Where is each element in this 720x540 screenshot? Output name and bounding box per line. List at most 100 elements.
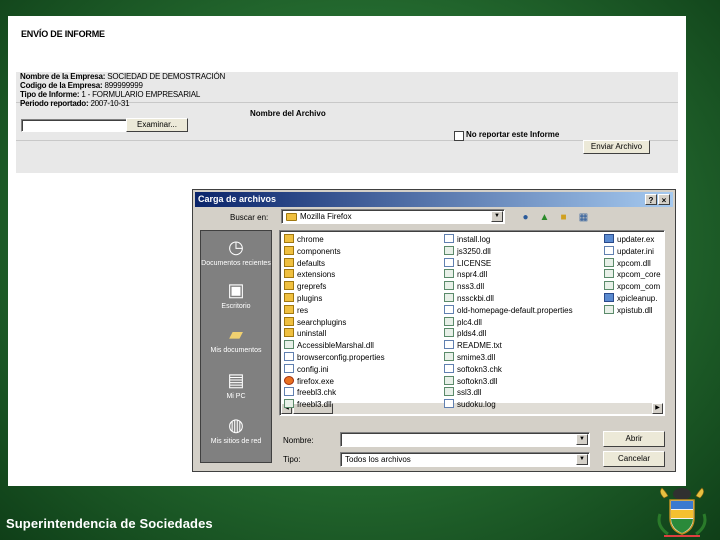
dll-file-icon xyxy=(444,245,454,255)
back-icon[interactable]: ● xyxy=(519,211,532,224)
file-name: README.txt xyxy=(457,341,502,351)
file-item[interactable]: plds4.dll xyxy=(444,328,486,340)
file-item[interactable]: softokn3.chk xyxy=(444,363,502,376)
folder-item[interactable]: chrome xyxy=(284,234,324,246)
folder-icon xyxy=(284,234,294,243)
folder-icon xyxy=(284,281,294,291)
buscar-label: Buscar en: xyxy=(230,213,269,222)
chevron-down-icon[interactable]: ▼ xyxy=(576,434,588,445)
no-reportar-checkbox[interactable] xyxy=(454,131,464,141)
document-icon xyxy=(444,257,454,267)
file-name: plds4.dll xyxy=(457,329,487,339)
file-item[interactable]: freebl3.dll xyxy=(284,399,332,411)
file-item[interactable]: js3250.dll xyxy=(444,245,491,258)
document-icon xyxy=(284,363,294,373)
dll-file-icon xyxy=(444,281,454,291)
file-item[interactable]: nss3.dll xyxy=(444,281,484,293)
file-name: xpcom.dll xyxy=(617,258,651,268)
folder-item[interactable]: plugins xyxy=(284,293,322,305)
file-name: nss3.dll xyxy=(457,282,485,292)
look-in-dropdown[interactable]: Mozilla Firefox ▼ xyxy=(281,209,505,224)
file-item[interactable]: smime3.dll xyxy=(444,352,495,364)
file-item[interactable]: ssl3.dll xyxy=(444,387,481,399)
file-name: freebl3.dll xyxy=(297,400,332,410)
dll-file-icon xyxy=(444,269,454,279)
new-folder-icon[interactable]: ■ xyxy=(557,211,570,224)
dialog-title: Carga de archivos xyxy=(198,194,277,204)
folder-item[interactable]: components xyxy=(284,245,341,258)
examinar-button[interactable]: Examinar... xyxy=(126,118,188,132)
file-upload-dialog: Carga de archivos ? × Buscar en: Mozilla… xyxy=(192,189,676,472)
dll-file-icon xyxy=(444,352,454,361)
file-name: xpcom_com xyxy=(617,282,661,292)
file-item[interactable]: old-homepage-default.properties xyxy=(444,304,573,317)
file-name: xpicleanup. xyxy=(617,294,658,303)
document-icon xyxy=(444,399,454,409)
view-menu-icon[interactable]: ▦ xyxy=(577,211,590,224)
file-item[interactable]: plc4.dll xyxy=(444,316,482,329)
desktop-icon: ▣ xyxy=(227,280,245,300)
file-path-input[interactable] xyxy=(21,119,127,132)
file-item[interactable]: xpcom_com xyxy=(604,281,660,293)
chevron-down-icon[interactable]: ▼ xyxy=(576,454,588,465)
folder-icon xyxy=(284,257,294,267)
file-name: install.log xyxy=(457,235,491,244)
file-name: defaults xyxy=(297,258,326,268)
file-item[interactable]: browserconfig.properties xyxy=(284,352,385,364)
scroll-right-icon[interactable]: ▶ xyxy=(652,403,663,414)
file-name: xpistub.dll xyxy=(617,305,653,315)
file-type-dropdown[interactable]: Todos los archivos ▼ xyxy=(340,452,590,467)
folder-item[interactable]: res xyxy=(284,304,308,317)
file-item[interactable]: softokn3.dll xyxy=(444,375,497,388)
file-item[interactable]: updater.ex xyxy=(604,234,654,246)
file-name: components xyxy=(297,246,341,256)
close-button[interactable]: × xyxy=(658,194,670,205)
dll-file-icon xyxy=(444,375,454,385)
folder-item[interactable]: extensions xyxy=(284,269,335,281)
file-item[interactable]: firefox.exe xyxy=(284,375,334,388)
chevron-down-icon[interactable]: ▼ xyxy=(491,211,503,222)
dialog-titlebar[interactable]: Carga de archivos ? × xyxy=(195,192,673,207)
periodo-row: Periodo reportado: 2007-10-31 xyxy=(20,99,130,108)
file-name: ssl3.dll xyxy=(457,388,482,398)
file-name: LICENSE xyxy=(457,258,492,268)
up-folder-icon[interactable]: ▲ xyxy=(538,211,551,224)
enviar-archivo-button[interactable]: Enviar Archivo xyxy=(583,140,650,154)
dll-file-icon xyxy=(604,304,614,314)
file-item[interactable]: config.ini xyxy=(284,363,329,376)
file-item[interactable]: LICENSE xyxy=(444,257,492,270)
folder-item[interactable]: defaults xyxy=(284,257,326,270)
abrir-button[interactable]: Abrir xyxy=(603,431,665,447)
file-name: nssckbi.dll xyxy=(457,294,494,303)
file-name: extensions xyxy=(297,270,336,280)
file-item[interactable]: xpicleanup. xyxy=(604,293,657,305)
file-item[interactable]: xpcom_core xyxy=(604,269,661,281)
empresa-row: Nombre de la Empresa: SOCIEDAD DE DEMOST… xyxy=(20,72,226,81)
file-item[interactable]: sudoku.log xyxy=(444,399,496,411)
file-item[interactable]: xpistub.dll xyxy=(604,304,653,317)
folder-item[interactable]: greprefs xyxy=(284,281,326,293)
file-item[interactable]: freebl3.chk xyxy=(284,387,336,399)
file-item[interactable]: updater.ini xyxy=(604,245,654,258)
file-item[interactable]: nspr4.dll xyxy=(444,269,487,281)
file-item[interactable]: README.txt xyxy=(444,340,502,352)
dll-file-icon xyxy=(284,340,294,350)
file-name: AccessibleMarshal.dll xyxy=(297,341,374,351)
tipo-label: Tipo: xyxy=(283,455,301,464)
file-item[interactable]: install.log xyxy=(444,234,490,246)
dll-file-icon xyxy=(444,316,454,326)
help-button[interactable]: ? xyxy=(645,194,657,205)
file-item[interactable]: nssckbi.dll xyxy=(444,293,494,305)
file-item[interactable]: AccessibleMarshal.dll xyxy=(284,340,374,352)
file-item[interactable]: xpcom.dll xyxy=(604,257,651,270)
tipo-row: Tipo de Informe: 1 - FORMULARIO EMPRESAR… xyxy=(20,90,201,99)
folder-item[interactable]: searchplugins xyxy=(284,316,346,329)
folder-icon xyxy=(284,269,294,279)
folder-icon xyxy=(284,304,294,314)
file-name: chrome xyxy=(297,235,324,244)
folder-item[interactable]: uninstall xyxy=(284,328,326,340)
page-title: ENVÍO DE INFORME xyxy=(21,29,105,39)
cancelar-button[interactable]: Cancelar xyxy=(603,451,665,467)
document-icon xyxy=(284,352,294,361)
filename-input[interactable]: ▼ xyxy=(340,432,590,447)
